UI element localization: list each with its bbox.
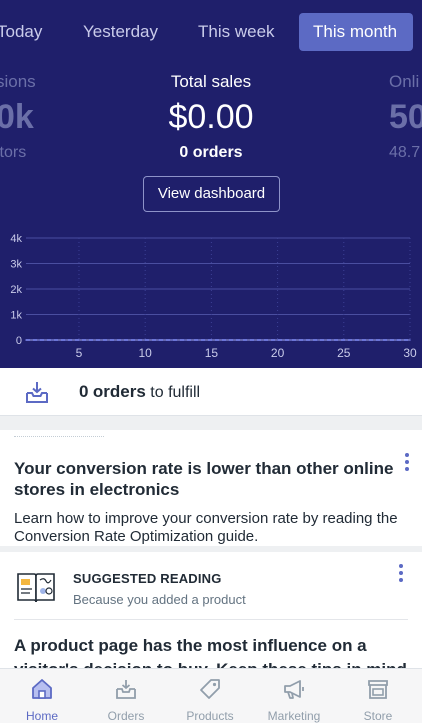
card-divider — [14, 436, 104, 442]
fulfill-count: 0 — [79, 382, 89, 401]
megaphone-icon — [284, 680, 304, 699]
data-point — [276, 339, 279, 341]
period-tabs: Today Yesterday This week This month — [0, 13, 422, 53]
data-point — [210, 339, 213, 341]
orders-to-fulfill-row[interactable]: 0 orders to fulfill — [0, 368, 422, 416]
data-point — [51, 339, 54, 341]
data-point — [78, 339, 80, 341]
data-point — [184, 339, 186, 341]
y-tick-label: 4k — [10, 233, 22, 245]
more-options-icon[interactable] — [398, 564, 404, 586]
nav-label: Orders — [107, 709, 145, 723]
data-point — [382, 339, 385, 341]
fulfill-text: 0 orders to fulfill — [79, 382, 200, 402]
data-point — [117, 339, 120, 341]
insight-body: Learn how to improve your conversion rat… — [14, 510, 398, 545]
nav-orders[interactable]: Orders — [84, 669, 168, 723]
data-point — [356, 339, 358, 341]
reading-reason: Because you added a product — [73, 592, 246, 607]
view-dashboard-button[interactable]: View dashboard — [143, 176, 280, 212]
inbox-download-icon — [26, 382, 48, 403]
nav-label: Home — [25, 709, 58, 723]
more-options-icon[interactable] — [404, 453, 410, 475]
metric-total-sales[interactable]: Total sales $0.00 0 orders — [131, 72, 291, 162]
y-tick-label: 0 — [16, 335, 22, 347]
x-tick-label: 15 — [205, 346, 219, 360]
data-point — [369, 339, 372, 341]
nav-marketing[interactable]: Marketing — [252, 669, 336, 723]
open-book-icon — [17, 573, 55, 603]
nav-label: Marketing — [267, 709, 321, 723]
data-point — [144, 339, 146, 341]
data-point — [91, 339, 94, 341]
tab-this-month[interactable]: This month — [299, 13, 413, 51]
bottom-navigation: Home Orders Products Marketing Store — [0, 668, 422, 723]
x-tick-label: 10 — [138, 346, 152, 360]
y-tick-label: 3k — [10, 259, 22, 271]
nav-products[interactable]: Products — [168, 669, 252, 723]
x-tick-label: 20 — [271, 346, 285, 360]
nav-label: Store — [363, 709, 393, 723]
nav-store[interactable]: Store — [336, 669, 420, 723]
sales-overview-panel: Today Yesterday This week This month sio… — [0, 0, 422, 368]
tab-yesterday[interactable]: Yesterday — [83, 13, 158, 51]
data-point — [395, 339, 398, 341]
data-point — [409, 339, 411, 341]
data-point — [263, 339, 266, 341]
data-point — [290, 339, 292, 341]
data-point — [64, 339, 67, 341]
data-point — [223, 339, 226, 341]
data-point — [157, 339, 160, 341]
fulfill-rest: to fulfill — [150, 384, 201, 401]
fulfill-strong: orders — [92, 382, 146, 401]
storefront-icon — [368, 680, 388, 699]
data-point — [303, 339, 305, 341]
metric-value: 0k — [0, 98, 34, 136]
data-point — [329, 339, 332, 341]
y-tick-label: 1k — [10, 310, 22, 322]
metric-value: 50 — [389, 98, 422, 136]
y-tick-label: 2k — [10, 284, 22, 296]
data-point — [197, 339, 199, 341]
metric-sub: 0 orders — [179, 144, 243, 161]
data-point — [250, 339, 252, 341]
sales-chart: 0 1k 2k 3k 4k 5 10 15 20 25 30 — [10, 233, 417, 360]
data-point — [170, 339, 173, 341]
conversion-insight-card[interactable]: Your conversion rate is lower than other… — [0, 430, 422, 546]
reading-kicker: SUGGESTED READING — [73, 571, 222, 586]
nav-home[interactable]: Home — [0, 669, 84, 723]
insight-title: Your conversion rate is lower than other… — [14, 459, 394, 499]
x-tick-label: 5 — [76, 346, 83, 360]
data-point — [104, 339, 107, 341]
tab-this-week[interactable]: This week — [198, 13, 275, 51]
metric-label: sions — [0, 72, 36, 91]
x-tick-label: 25 — [337, 346, 351, 360]
metric-label: Total sales — [170, 72, 252, 91]
data-point — [316, 339, 319, 341]
data-point — [38, 339, 41, 341]
nav-label: Products — [186, 709, 234, 723]
tag-icon — [200, 679, 220, 699]
metric-label: Onli — [389, 72, 420, 91]
metric-online[interactable]: Onli 50 48.7 — [389, 72, 422, 162]
metric-sub: 48.7 — [389, 144, 421, 161]
metric-sub: itors — [0, 144, 27, 161]
data-point — [131, 339, 133, 341]
data-point — [237, 339, 239, 341]
card-divider — [14, 619, 408, 620]
tab-today[interactable]: Today — [0, 13, 42, 51]
data-point — [25, 339, 27, 341]
data-point — [342, 339, 345, 341]
metric-value: $0.00 — [168, 98, 254, 136]
inbox-download-icon — [116, 680, 136, 699]
metric-sessions[interactable]: sions 0k itors — [0, 72, 36, 162]
home-icon — [32, 679, 52, 699]
x-tick-label: 30 — [403, 346, 417, 360]
